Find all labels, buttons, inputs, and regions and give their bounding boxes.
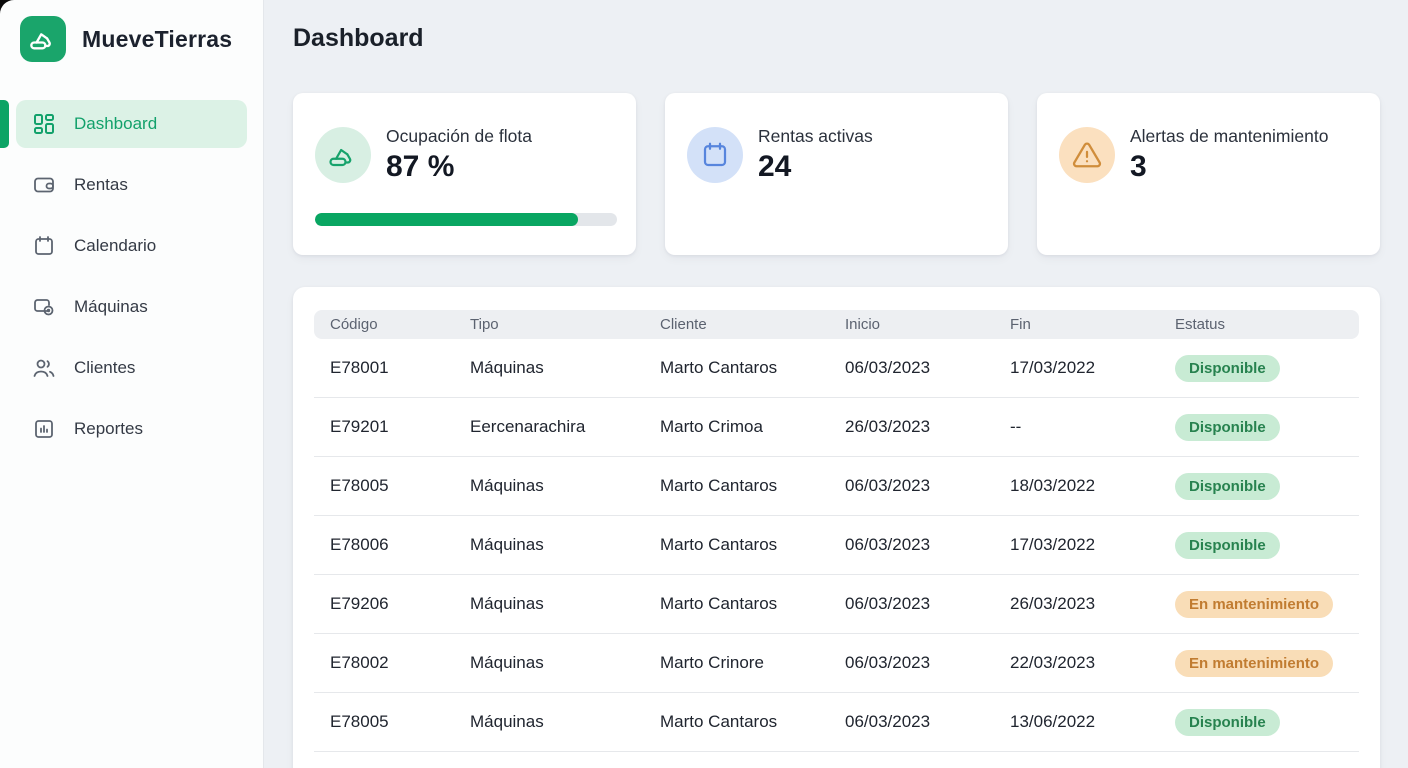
column-header: Fin [1010,316,1175,333]
cell-inicio: 06/03/2023 [845,535,1010,555]
rentals-table-card: Código Tipo Cliente Inicio Fin Estatus E… [293,287,1380,768]
cell-cliente: Marto Cantaros [660,476,845,496]
cell-codigo: E78006 [330,535,470,555]
cell-tipo: Máquinas [470,476,660,496]
status-badge: En mantenimiento [1175,650,1333,677]
cell-tipo: Máquinas [470,594,660,614]
cell-tipo: Máquinas [470,712,660,732]
cell-inicio: 06/03/2023 [845,476,1010,496]
card-value: 24 [758,150,873,184]
fleet-progress-fill [315,213,578,226]
status-badge: Disponible [1175,473,1280,500]
fleet-progress-bar [315,213,617,226]
stat-cards-row: Ocupación de flota 87 % Rentas activas [293,93,1380,255]
sidebar-nav: Dashboard Rentas Calendario [0,100,263,453]
card-value: 3 [1130,150,1328,184]
report-chart-icon [32,417,56,441]
sidebar-item-clientes[interactable]: Clientes [16,344,247,392]
sidebar-item-label: Calendario [74,236,156,256]
page-title: Dashboard [293,24,1380,53]
table-header-row: Código Tipo Cliente Inicio Fin Estatus [314,310,1359,339]
status-badge: Disponible [1175,414,1280,441]
sidebar-item-label: Dashboard [74,114,157,134]
calendar-icon [32,234,56,258]
app-title: MueveTierras [82,26,232,53]
status-badge: Disponible [1175,709,1280,736]
cell-inicio: 06/03/2023 [845,358,1010,378]
card-value: 87 % [386,150,532,184]
dashboard-grid-icon [32,112,56,136]
sidebar-item-dashboard[interactable]: Dashboard [16,100,247,148]
cell-tipo: Máquinas [470,535,660,555]
table-row[interactable]: E79206 Máquinas Marto Cantaros 06/03/202… [314,575,1359,634]
card-label: Ocupación de flota [386,126,532,147]
sidebar-item-maquinas[interactable]: Máquinas [16,283,247,331]
cell-tipo: Máquinas [470,653,660,673]
column-header: Estatus [1175,316,1359,333]
active-rentals-card: Rentas activas 24 [665,93,1008,255]
column-header: Código [330,316,470,333]
cell-inicio: 06/03/2023 [845,594,1010,614]
status-badge: En mantenimiento [1175,591,1333,618]
cell-cliente: Marto Cantaros [660,535,845,555]
cell-codigo: E78005 [330,712,470,732]
sidebar-item-label: Clientes [74,358,135,378]
sidebar-item-label: Rentas [74,175,128,195]
cell-cliente: Marto Crimoa [660,417,845,437]
column-header: Tipo [470,316,660,333]
card-label: Alertas de mantenimiento [1130,126,1328,147]
cell-cliente: Marto Cantaros [660,358,845,378]
cell-fin: 18/03/2022 [1010,476,1175,496]
cell-codigo: E78001 [330,358,470,378]
cell-tipo: Eercenarachira [470,417,660,437]
status-badge: Disponible [1175,355,1280,382]
wallet-icon [32,173,56,197]
sidebar-item-label: Máquinas [74,297,148,317]
cell-fin: -- [1010,417,1175,437]
alert-triangle-icon [1059,127,1115,183]
machine-icon [32,295,56,319]
table-row[interactable]: E78006 Máquinas Marto Cantaros 06/03/202… [314,516,1359,575]
cell-fin: 17/03/2022 [1010,358,1175,378]
table-row[interactable]: E78001 Máquinas Marto Cantaros 06/03/202… [314,339,1359,398]
cell-inicio: 06/03/2023 [845,653,1010,673]
card-label: Rentas activas [758,126,873,147]
main-content: Dashboard Ocupación de flota 87 % [264,0,1408,768]
column-header: Inicio [845,316,1010,333]
table-row[interactable]: E78005 Máquinas Marto Cantaros 06/03/202… [314,693,1359,752]
cell-inicio: 26/03/2023 [845,417,1010,437]
maintenance-alerts-card: Alertas de mantenimiento 3 [1037,93,1380,255]
table-row[interactable]: E79201 Eercenarachira Marto Crimoa 26/03… [314,398,1359,457]
excavator-icon [315,127,371,183]
cell-fin: 22/03/2023 [1010,653,1175,673]
sidebar-item-label: Reportes [74,419,143,439]
app-logo: MueveTierras [0,0,263,62]
cell-codigo: E78005 [330,476,470,496]
sidebar: MueveTierras Dashboard Rentas [0,0,264,768]
excavator-logo-icon [20,16,66,62]
cell-fin: 13/06/2022 [1010,712,1175,732]
cell-fin: 26/03/2023 [1010,594,1175,614]
cell-inicio: 06/03/2023 [845,712,1010,732]
cell-cliente: Marto Cantaros [660,594,845,614]
cell-codigo: E79201 [330,417,470,437]
fleet-occupancy-card: Ocupación de flota 87 % [293,93,636,255]
cell-fin: 17/03/2022 [1010,535,1175,555]
cell-codigo: E78002 [330,653,470,673]
calendar-icon [687,127,743,183]
sidebar-item-calendario[interactable]: Calendario [16,222,247,270]
users-icon [32,356,56,380]
table-body: E78001 Máquinas Marto Cantaros 06/03/202… [314,339,1359,752]
status-badge: Disponible [1175,532,1280,559]
cell-codigo: E79206 [330,594,470,614]
table-row[interactable]: E78002 Máquinas Marto Crinore 06/03/2023… [314,634,1359,693]
cell-cliente: Marto Crinore [660,653,845,673]
table-row[interactable]: E78005 Máquinas Marto Cantaros 06/03/202… [314,457,1359,516]
cell-cliente: Marto Cantaros [660,712,845,732]
cell-tipo: Máquinas [470,358,660,378]
column-header: Cliente [660,316,845,333]
sidebar-item-reportes[interactable]: Reportes [16,405,247,453]
sidebar-item-rentas[interactable]: Rentas [16,161,247,209]
